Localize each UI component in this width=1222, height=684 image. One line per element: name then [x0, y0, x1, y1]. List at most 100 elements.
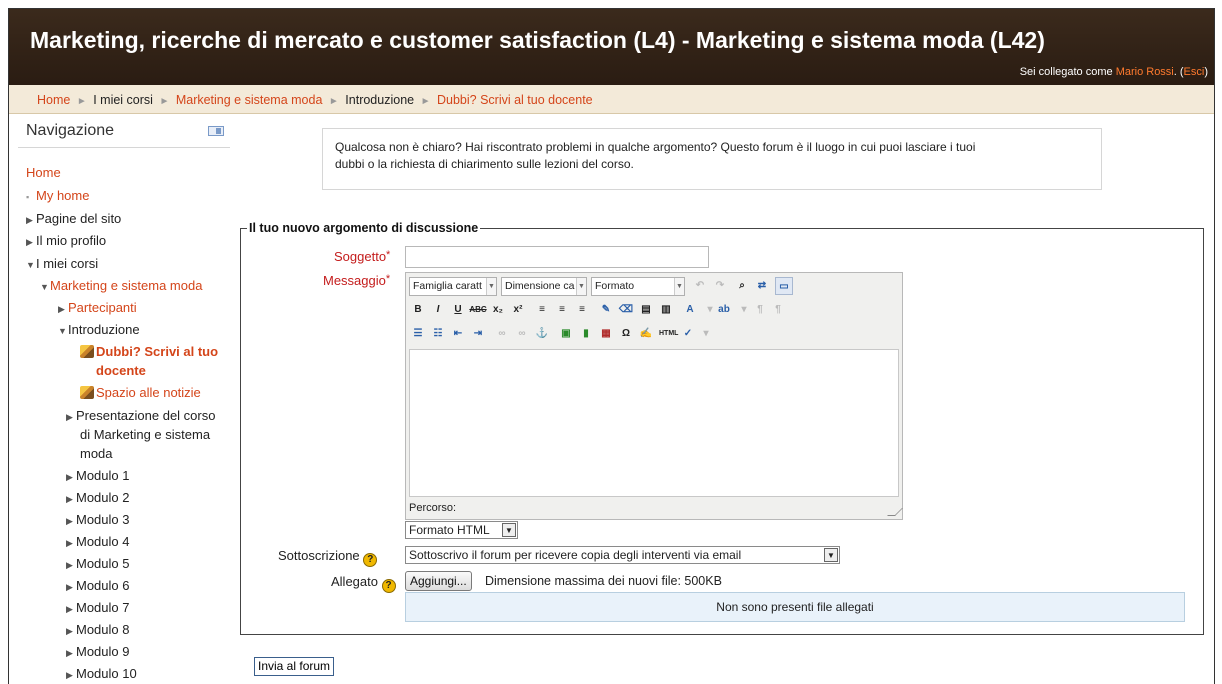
format-select[interactable]: Formato ▼ — [591, 277, 685, 296]
align-center-icon[interactable]: ≡ — [553, 301, 571, 319]
breadcrumb-course[interactable]: Marketing e sistema moda — [176, 93, 323, 107]
subject-input[interactable] — [405, 246, 709, 268]
nav-item-module-3[interactable]: ▶ Modulo 3 — [66, 512, 129, 527]
help-icon[interactable]: ? — [381, 579, 396, 593]
nav-item-my-courses[interactable]: ▼I miei corsi — [26, 256, 98, 271]
editor-toolbar-row-1: Famiglia caratt ▼ Dimensione ca ▼ Formato ▼… — [409, 275, 899, 297]
html-icon[interactable]: HTML — [659, 325, 678, 343]
font-size-value: Dimensione ca — [505, 280, 575, 292]
breadcrumb-section[interactable]: Introduzione — [345, 93, 414, 107]
logout-link[interactable]: Esci — [1184, 66, 1205, 78]
editor-content-area[interactable] — [409, 349, 899, 497]
breadcrumb-my-courses[interactable]: I miei corsi — [93, 93, 153, 107]
clean-up-icon[interactable]: ✎ — [597, 301, 615, 319]
font-size-select[interactable]: Dimensione ca ▼ — [501, 277, 587, 296]
insert-table-icon[interactable]: ▦ — [597, 325, 615, 343]
post-to-forum-button[interactable]: Invia al forum — [254, 657, 335, 676]
subscription-label-text: Sottoscrizione — [278, 548, 360, 563]
link-icon[interactable]: ∞ — [493, 325, 511, 343]
resize-grip-icon[interactable] — [887, 508, 903, 516]
anchor-icon[interactable]: ⚓ — [533, 325, 551, 343]
spellcheck-dropdown-icon[interactable]: ▾ — [697, 325, 715, 343]
rtl-icon[interactable]: ¶ — [769, 301, 787, 319]
bold-icon[interactable]: B — [409, 301, 427, 319]
fullscreen-icon[interactable]: ▭ — [775, 277, 793, 295]
nav-item-label: Modulo 10 — [76, 666, 137, 681]
nav-item-module-2[interactable]: ▶ Modulo 2 — [66, 490, 129, 505]
nav-item-presentation[interactable]: ▶ Presentazione del corso — [66, 408, 215, 423]
breadcrumb-home[interactable]: Home — [37, 93, 70, 107]
user-link[interactable]: Mario Rossi — [1116, 66, 1174, 78]
forum-icon — [80, 345, 94, 358]
text-color-icon[interactable]: A — [681, 301, 699, 319]
nav-item-module-9[interactable]: ▶ Modulo 9 — [66, 644, 129, 659]
nav-item-label: Modulo 7 — [76, 600, 130, 615]
redo-icon[interactable]: ↷ — [711, 277, 729, 295]
nav-item-module-5[interactable]: ▶ Modulo 5 — [66, 556, 129, 571]
special-char-icon[interactable]: Ω — [617, 325, 635, 343]
forum-icon — [80, 386, 94, 399]
nav-item-presentation-line3[interactable]: moda — [80, 446, 113, 461]
nav-item-label: Modulo 8 — [76, 622, 130, 637]
italic-icon[interactable]: I — [429, 301, 447, 319]
nav-item-forum-questions[interactable]: Dubbi? Scrivi al tuo — [80, 344, 218, 359]
triangle-right-icon: ▶ — [66, 494, 73, 504]
nav-item-my-home[interactable]: ▪ My home — [26, 188, 89, 203]
add-file-button[interactable]: Aggiungi... — [405, 571, 472, 591]
nav-item-forum-questions-cont[interactable]: docente — [96, 363, 146, 378]
font-family-select[interactable]: Famiglia caratt ▼ — [409, 277, 497, 296]
nav-item-presentation-line2[interactable]: di Marketing e sistema — [80, 427, 210, 442]
strikethrough-icon[interactable]: ABC — [469, 301, 487, 319]
insert-media-icon[interactable]: ▮ — [577, 325, 595, 343]
nav-item-label: Introduzione — [68, 322, 140, 337]
triangle-right-icon: ▶ — [66, 538, 73, 548]
nav-item-module-6[interactable]: ▶ Modulo 6 — [66, 578, 129, 593]
nav-item-home[interactable]: Home — [26, 165, 61, 180]
nav-item-module-7[interactable]: ▶ Modulo 7 — [66, 600, 129, 615]
subscription-select[interactable]: Sottoscrivo il forum per ricevere copia … — [405, 546, 840, 564]
subscript-icon[interactable]: x₂ — [489, 301, 507, 319]
paste-word-icon[interactable]: ▥ — [657, 301, 675, 319]
edit-html-icon[interactable]: ✍ — [637, 325, 655, 343]
navigation-title: Navigazione — [26, 122, 115, 139]
nav-item-course[interactable]: ▼Marketing e sistema moda — [40, 278, 202, 293]
bullet-list-icon[interactable]: ☰ — [409, 325, 427, 343]
text-format-select[interactable]: Formato HTML ▼ — [405, 521, 518, 539]
nav-item-module-8[interactable]: ▶ Modulo 8 — [66, 622, 129, 637]
dropdown-arrow-icon: ▼ — [576, 278, 586, 295]
insert-image-icon[interactable]: ▣ — [557, 325, 575, 343]
attachment-label: Allegato ? — [331, 574, 396, 593]
subscription-value: Sottoscrivo il forum per ricevere copia … — [409, 548, 742, 562]
ltr-icon[interactable]: ¶ — [751, 301, 769, 319]
dock-block-icon[interactable] — [208, 126, 224, 136]
nav-item-my-profile[interactable]: ▶ Il mio profilo — [26, 233, 106, 248]
breadcrumb-current[interactable]: Dubbi? Scrivi al tuo docente — [437, 93, 593, 107]
nav-item-site-pages[interactable]: ▶ Pagine del sito — [26, 211, 121, 226]
nav-item-label: Il mio profilo — [36, 233, 107, 248]
align-right-icon[interactable]: ≡ — [573, 301, 591, 319]
replace-icon[interactable]: ⇄ — [753, 277, 771, 295]
spellcheck-icon[interactable]: ✓ — [679, 325, 697, 343]
nav-item-module-1[interactable]: ▶ Modulo 1 — [66, 468, 129, 483]
help-icon[interactable]: ? — [363, 553, 378, 567]
dropdown-arrow-icon: ▼ — [502, 523, 516, 537]
dropdown-arrow-icon: ▼ — [486, 278, 496, 295]
superscript-icon[interactable]: x² — [509, 301, 527, 319]
highlight-color-icon[interactable]: ab — [715, 301, 733, 319]
nav-item-participants[interactable]: ▶ Partecipanti — [58, 300, 137, 315]
nav-item-module-10[interactable]: ▶ Modulo 10 — [66, 666, 137, 681]
nav-item-module-4[interactable]: ▶ Modulo 4 — [66, 534, 129, 549]
remove-format-icon[interactable]: ⌫ — [617, 301, 635, 319]
unlink-icon[interactable]: ∞ — [513, 325, 531, 343]
nav-item-intro[interactable]: ▼Introduzione — [58, 322, 140, 337]
paste-text-icon[interactable]: ▤ — [637, 301, 655, 319]
align-left-icon[interactable]: ≡ — [533, 301, 551, 319]
file-drop-area[interactable]: Non sono presenti file allegati — [405, 592, 1185, 622]
undo-icon[interactable]: ↶ — [691, 277, 709, 295]
find-icon[interactable]: ⌕ — [733, 277, 751, 295]
outdent-icon[interactable]: ⇤ — [449, 325, 467, 343]
nav-item-forum-news[interactable]: Spazio alle notizie — [80, 385, 201, 400]
underline-icon[interactable]: U — [449, 301, 467, 319]
numbered-list-icon[interactable]: ☷ — [429, 325, 447, 343]
indent-icon[interactable]: ⇥ — [469, 325, 487, 343]
